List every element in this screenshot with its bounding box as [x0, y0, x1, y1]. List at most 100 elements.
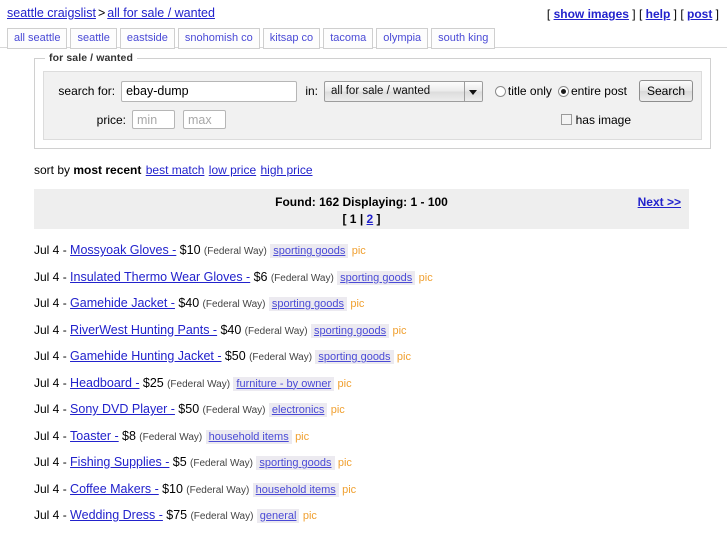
listing-location: (Federal Way) — [190, 458, 253, 469]
top-links: [ show images ] [ help ] [ post ] — [547, 7, 719, 21]
scope-option-title-only[interactable]: title only — [494, 84, 552, 98]
listing-title-link[interactable]: Mossyoak Gloves - — [70, 243, 176, 257]
listing-location: (Federal Way) — [202, 405, 266, 416]
listing-dash: - — [62, 296, 67, 310]
listing-category-tag[interactable]: general — [256, 509, 300, 523]
listing-title-link[interactable]: Wedding Dress - — [70, 508, 163, 522]
listing-title-link[interactable]: Fishing Supplies - — [70, 455, 169, 469]
listing-pic-badge: pic — [302, 510, 317, 522]
listing-price: $10 — [179, 243, 201, 257]
price-max-input[interactable] — [183, 110, 226, 129]
search-form-row-primary: search for: in: all for sale / wanted ti… — [52, 80, 694, 102]
listing-category-tag[interactable]: furniture - by owner — [233, 376, 335, 391]
search-input[interactable] — [121, 80, 298, 102]
listing-price: $75 — [166, 508, 188, 522]
price-min-input[interactable] — [132, 110, 175, 129]
pagination-page-2[interactable]: 2 — [367, 212, 374, 226]
pagination-bracket-close: ] — [376, 212, 381, 226]
listing-pic-badge: pic — [418, 271, 433, 284]
listing-title-link[interactable]: Toaster - — [70, 429, 119, 443]
checkbox-has-image-icon[interactable] — [560, 114, 572, 125]
pagination-bracket-open: [ — [342, 212, 347, 226]
bracket-close-show-images: ] — [628, 7, 636, 21]
listing-category-tag[interactable]: sporting goods — [310, 323, 390, 338]
listing-price: $50 — [224, 349, 246, 363]
results-count: Found: 162 Displaying: 1 - 100 — [275, 195, 448, 209]
listing-row: Jul 4 - Wedding Dress - $75 (Federal Way… — [34, 508, 727, 535]
bracket-close-help: ] — [670, 7, 677, 21]
listing-category-tag[interactable]: sporting goods — [256, 456, 335, 470]
listing-title-link[interactable]: Gamehide Hunting Jacket - — [70, 349, 221, 363]
listing-title-link[interactable]: Insulated Thermo Wear Gloves - — [70, 270, 250, 284]
listing-pic-badge: pic — [337, 377, 352, 390]
listing-location: (Federal Way) — [202, 299, 266, 310]
listing-date: Jul 4 — [34, 243, 60, 257]
listing-title-link[interactable]: Sony DVD Player - — [70, 402, 175, 416]
chevron-down-icon[interactable] — [463, 81, 482, 101]
listing-date: Jul 4 — [34, 428, 60, 443]
category-select[interactable]: all for sale / wanted — [324, 80, 483, 102]
has-image-label: has image — [575, 112, 631, 127]
bracket-open-post: [ — [680, 7, 687, 21]
pagination: [ 1 | 2 ] — [34, 210, 689, 227]
post-link[interactable]: post — [687, 7, 712, 21]
show-images-link[interactable]: show images — [554, 7, 629, 21]
next-page-link[interactable]: Next >> — [638, 195, 681, 209]
scope-option-entire-post[interactable]: entire post — [557, 84, 627, 98]
listing-date: Jul 4 — [34, 269, 60, 284]
search-button[interactable]: Search — [638, 80, 694, 102]
listing-dash: - — [62, 508, 67, 522]
listing-row: Jul 4 - RiverWest Hunting Pants - $40 (F… — [34, 323, 727, 350]
listing-location: (Federal Way) — [139, 431, 203, 443]
city-nav-item-snohomish-co[interactable]: snohomish co — [177, 28, 260, 49]
listing-price: $8 — [122, 428, 136, 443]
search-form-row-price: price: has image — [52, 110, 693, 129]
city-nav-item-south-king[interactable]: south king — [431, 28, 496, 49]
listing-price: $25 — [142, 375, 164, 390]
listing-dash: - — [62, 455, 67, 469]
bracket-open-show-images: [ — [546, 7, 554, 21]
breadcrumb-link-section[interactable]: all for sale / wanted — [107, 6, 215, 20]
listing-date: Jul 4 — [34, 322, 60, 337]
listing-category-tag[interactable]: household items — [205, 429, 292, 444]
radio-entire-post-icon[interactable] — [557, 85, 569, 97]
listing-date: Jul 4 — [34, 349, 60, 363]
listing-pic-badge: pic — [342, 483, 357, 496]
city-nav-item-tacoma[interactable]: tacoma — [323, 28, 374, 49]
listing-title-link[interactable]: Coffee Makers - — [70, 482, 159, 496]
search-form-legend: for sale / wanted — [45, 52, 137, 64]
sort-link-low-price[interactable]: low price — [209, 163, 256, 177]
city-nav-item-all-seattle[interactable]: all seattle — [7, 28, 68, 49]
listing-location: (Federal Way) — [167, 378, 231, 390]
search-form-inner: search for: in: all for sale / wanted ti… — [43, 71, 702, 140]
listing-category-tag[interactable]: sporting goods — [268, 297, 348, 311]
listing-title-link[interactable]: RiverWest Hunting Pants - — [70, 323, 217, 337]
listing-dash: - — [62, 243, 67, 257]
listing-category-tag[interactable]: sporting goods — [270, 244, 349, 258]
sort-link-high-price[interactable]: high price — [260, 163, 312, 177]
scope-option-entire-post-label: entire post — [570, 84, 627, 98]
city-nav-item-seattle[interactable]: seattle — [70, 28, 117, 49]
city-nav-item-kitsap-co[interactable]: kitsap co — [262, 28, 321, 49]
listing-row: Jul 4 - Fishing Supplies - $5 (Federal W… — [34, 455, 727, 482]
listing-pic-badge: pic — [350, 298, 365, 310]
listing-dash: - — [62, 375, 67, 390]
breadcrumb-link-site[interactable]: seattle craigslist — [7, 6, 96, 20]
listing-location: (Federal Way) — [190, 511, 254, 522]
listing-pic-badge: pic — [396, 351, 411, 363]
listing-title-link[interactable]: Gamehide Jacket - — [70, 296, 175, 310]
listing-category-tag[interactable]: electronics — [268, 403, 328, 417]
listing-category-tag[interactable]: household items — [252, 482, 339, 497]
listing-price: $50 — [178, 402, 200, 416]
listing-title-link[interactable]: Headboard - — [70, 376, 140, 390]
sort-link-best-match[interactable]: best match — [146, 163, 205, 177]
city-nav-item-olympia[interactable]: olympia — [376, 28, 429, 49]
listing-category-tag[interactable]: sporting goods — [337, 270, 416, 285]
radio-title-only-icon[interactable] — [494, 85, 506, 97]
listing-dash: - — [62, 428, 67, 443]
listing-price: $40 — [220, 322, 242, 337]
has-image-option[interactable]: has image — [560, 112, 631, 127]
city-nav-item-eastside[interactable]: eastside — [119, 28, 175, 49]
help-link[interactable]: help — [646, 7, 671, 21]
listing-category-tag[interactable]: sporting goods — [315, 350, 394, 364]
